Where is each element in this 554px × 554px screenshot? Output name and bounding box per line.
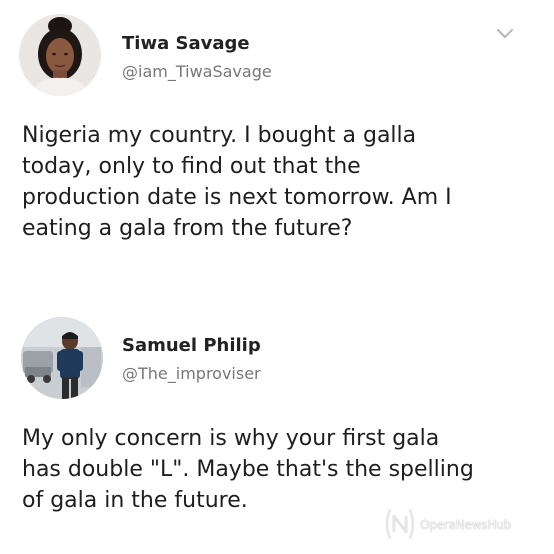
operanews-logo-icon: [385, 508, 415, 540]
avatar[interactable]: [21, 317, 103, 399]
tweet-text: Nigeria my country. I bought a galla tod…: [22, 123, 452, 241]
user-handle[interactable]: @The_improviser: [122, 364, 261, 383]
user-handle[interactable]: @iam_TiwaSavage: [122, 62, 272, 81]
avatar-image: [21, 317, 103, 399]
watermark-text: OperaNewsHub: [420, 518, 512, 532]
display-name[interactable]: Tiwa Savage: [122, 33, 250, 54]
chevron-down-icon[interactable]: [495, 27, 515, 41]
display-name[interactable]: Samuel Philip: [122, 335, 261, 356]
watermark: OperaNewsHub: [382, 500, 550, 548]
avatar-image: [19, 14, 101, 96]
avatar[interactable]: [19, 14, 101, 96]
